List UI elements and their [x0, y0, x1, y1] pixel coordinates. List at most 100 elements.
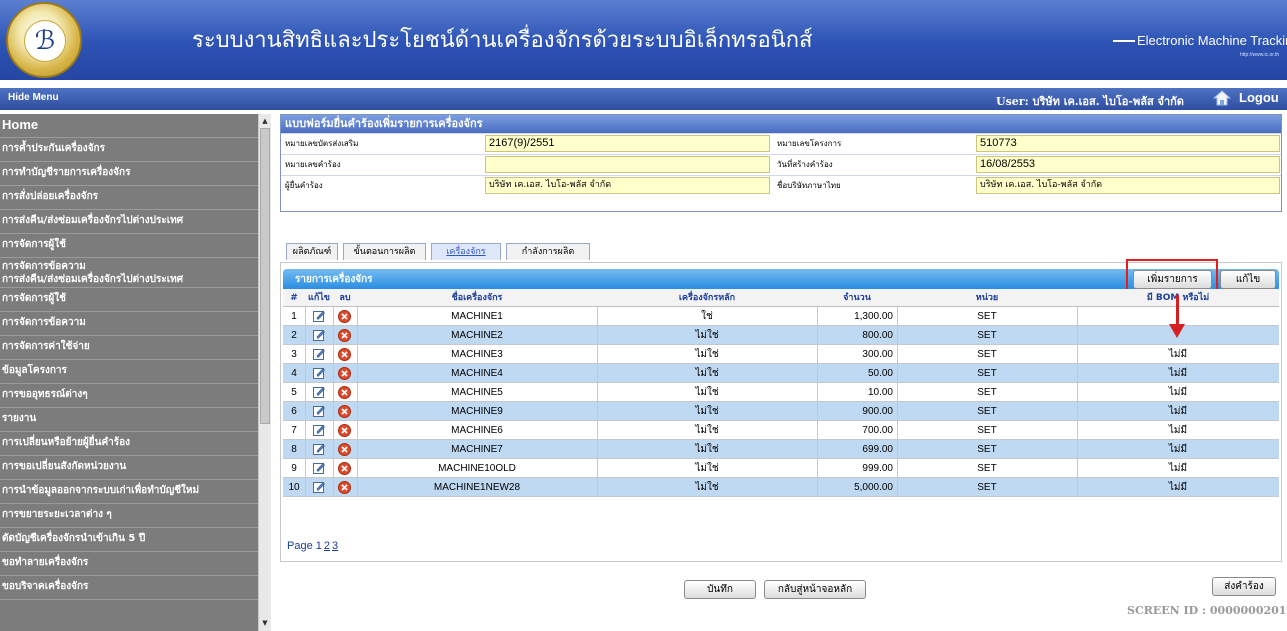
scroll-down-icon[interactable]: ▼ — [261, 618, 269, 628]
grid-title: รายการเครื่องจักร — [295, 274, 373, 285]
cell-divider — [305, 402, 306, 421]
edit-icon[interactable] — [313, 481, 325, 493]
table-row: 5 MACHINE5 ไม่ใช่ 10.00 SET ไม่มี — [283, 383, 1279, 402]
sidebar-item-project-info[interactable]: ข้อมูลโครงการ — [0, 360, 258, 384]
sidebar-item-extend-period[interactable]: การขยายระยะเวลาต่าง ๆ — [0, 504, 258, 528]
hide-menu-link[interactable]: Hide Menu — [8, 92, 59, 103]
delete-icon[interactable] — [338, 462, 351, 475]
edit-button[interactable]: แก้ไข — [1220, 270, 1276, 289]
table-row: 7 MACHINE6 ไม่ใช่ 700.00 SET ไม่มี — [283, 421, 1279, 440]
col-header-name: ชื่อเครื่องจักร — [451, 293, 503, 303]
sidebar-item-machine-list[interactable]: การทำบัญชีรายการเครื่องจักร — [0, 162, 258, 186]
machine-has-bom: ไม่มี — [1168, 444, 1188, 455]
machine-quantity: 999.00 — [862, 463, 893, 474]
created-date-field[interactable]: 16/08/2553 — [976, 156, 1280, 173]
delete-icon[interactable] — [338, 367, 351, 380]
app-url: http://www.ic.or.th — [1240, 52, 1280, 58]
delete-icon[interactable] — [338, 310, 351, 323]
pager-page-link[interactable]: 3 — [332, 540, 338, 552]
submit-request-button[interactable]: ส่งคำร้อง — [1212, 577, 1276, 596]
sidebar-item-destroy-machines[interactable]: ขอทำลายเครื่องจักร — [0, 552, 258, 576]
cell-divider — [305, 345, 306, 364]
promo-cert-field[interactable]: 2167(9)/2551 — [485, 135, 770, 152]
scroll-up-icon[interactable]: ▲ — [261, 116, 269, 126]
machine-main-flag: ไม่ใช่ — [695, 330, 719, 341]
sidebar-item-machine-release[interactable]: การสั่งปล่อยเครื่องจักร — [0, 186, 258, 210]
sidebar-item-change-affiliation[interactable]: การขอเปลี่ยนสังกัดหน่วยงาน — [0, 456, 258, 480]
machine-main-flag: ไม่ใช่ — [695, 482, 719, 493]
sidebar-item-message-management[interactable]: การจัดการข้อความ การส่งคืน/ส่งซ่อมเครื่อ… — [0, 258, 258, 288]
delete-icon[interactable] — [338, 481, 351, 494]
edit-icon[interactable] — [313, 386, 325, 398]
machine-unit: SET — [977, 444, 997, 455]
machine-quantity: 10.00 — [867, 387, 893, 398]
machine-name: MACHINE10OLD — [438, 463, 516, 474]
cell-divider — [333, 345, 334, 364]
sidebar-item-machine-guarantee[interactable]: การค้ำประกันเครื่องจักร — [0, 138, 258, 162]
machine-main-flag: ไม่ใช่ — [695, 463, 719, 474]
delete-icon[interactable] — [338, 443, 351, 456]
edit-icon[interactable] — [313, 367, 325, 379]
user-info: User: บริษัท เค.เอส. ไบโอ-พลัส จำกัด — [996, 95, 1184, 108]
row-number: 8 — [291, 444, 297, 455]
applicant-field[interactable]: บริษัท เค.เอส. ไบโอ-พลัส จำกัด — [485, 177, 770, 194]
machine-unit: SET — [977, 330, 997, 341]
machine-main-flag: ไม่ใช่ — [695, 425, 719, 436]
sidebar-item-user-management[interactable]: การจัดการผู้ใช้ — [0, 234, 258, 258]
delete-icon[interactable] — [338, 405, 351, 418]
tab-products[interactable]: ผลิตภัณฑ์ — [286, 243, 338, 260]
save-button[interactable]: บันทึก — [684, 580, 756, 599]
edit-icon[interactable] — [313, 310, 325, 322]
form-row: หมายเลขบัตรส่งเสริม 2167(9)/2551 หมายเลข… — [281, 133, 1281, 154]
sidebar-item-user-management-2[interactable]: การจัดการผู้ใช้ — [0, 288, 258, 312]
sidebar-item-appeals[interactable]: การขออุทธรณ์ต่างๆ — [0, 384, 258, 408]
machine-quantity: 1,300.00 — [854, 311, 893, 322]
cell-divider — [305, 478, 306, 497]
home-icon[interactable] — [1213, 90, 1231, 106]
sidebar-item-export-old-data[interactable]: การนำข้อมูลออกจากระบบเก่าเพื่อทำบัญชีใหม… — [0, 480, 258, 504]
created-date-label: วันที่สร้างคำร้อง — [777, 160, 833, 169]
tab-production-steps[interactable]: ขั้นตอนการผลิต — [343, 243, 426, 260]
request-no-label: หมายเลขคำร้อง — [285, 160, 341, 169]
request-form-panel: แบบฟอร์มยื่นคำร้องเพิ่มรายการเครื่องจักร… — [280, 114, 1282, 212]
tab-machines[interactable]: เครื่องจักร — [431, 243, 501, 260]
request-no-field[interactable] — [485, 156, 770, 173]
machine-name: MACHINE4 — [451, 368, 503, 379]
tab-capacity[interactable]: กำลังการผลิต — [506, 243, 590, 260]
sidebar-item-home[interactable]: Home — [0, 114, 258, 138]
table-row: 3 MACHINE3 ไม่ใช่ 300.00 SET ไม่มี — [283, 345, 1279, 364]
edit-icon[interactable] — [313, 443, 325, 455]
delete-icon[interactable] — [338, 386, 351, 399]
sidebar-item-expense-management[interactable]: การจัดการค่าใช้จ่าย — [0, 336, 258, 360]
logout-link[interactable]: Logou — [1239, 90, 1279, 105]
pager-page-link[interactable]: 2 — [324, 540, 330, 552]
delete-icon[interactable] — [338, 329, 351, 342]
edit-icon[interactable] — [313, 329, 325, 341]
edit-icon[interactable] — [313, 348, 325, 360]
cell-divider — [305, 421, 306, 440]
edit-icon[interactable] — [313, 405, 325, 417]
row-number: 4 — [291, 368, 297, 379]
delete-icon[interactable] — [338, 424, 351, 437]
sidebar-item-change-applicant[interactable]: การเปลี่ยนหรือย้ายผู้ยื่นคำร้อง — [0, 432, 258, 456]
edit-icon[interactable] — [313, 462, 325, 474]
sidebar-item-message-management-2[interactable]: การจัดการข้อความ — [0, 312, 258, 336]
sidebar-item-reports[interactable]: รายงาน — [0, 408, 258, 432]
machine-name: MACHINE1NEW28 — [433, 482, 521, 493]
app-title-english: Electronic Machine Tracking — [1113, 33, 1287, 48]
back-to-main-button[interactable]: กลับสู่หน้าจอหลัก — [764, 580, 866, 599]
sidebar-item-write-off-machines[interactable]: ตัดบัญชีเครื่องจักรนำเข้าเกิน 5 ปี — [0, 528, 258, 552]
delete-icon[interactable] — [338, 348, 351, 361]
edit-icon[interactable] — [313, 424, 325, 436]
project-no-field[interactable]: 510773 — [976, 135, 1280, 152]
sidebar-item-donate-machines[interactable]: ขอบริจาคเครื่องจักร — [0, 576, 258, 600]
cell-divider — [333, 383, 334, 402]
company-th-field[interactable]: บริษัท เค.เอส. ไบโอ-พลัส จำกัด — [976, 177, 1280, 194]
app-header: ℬ ระบบงานสิทธิและประโยชน์ด้านเครื่องจักร… — [0, 0, 1287, 80]
sidebar-item-machine-return[interactable]: การส่งคืน/ส่งซ่อมเครื่องจักรไปต่างประเทศ — [0, 210, 258, 234]
sidebar-scroll-thumb[interactable] — [260, 128, 270, 424]
cell-divider — [305, 440, 306, 459]
row-number: 6 — [291, 406, 297, 417]
add-button-highlight — [1126, 259, 1218, 293]
table-row: 6 MACHINE9 ไม่ใช่ 900.00 SET ไม่มี — [283, 402, 1279, 421]
